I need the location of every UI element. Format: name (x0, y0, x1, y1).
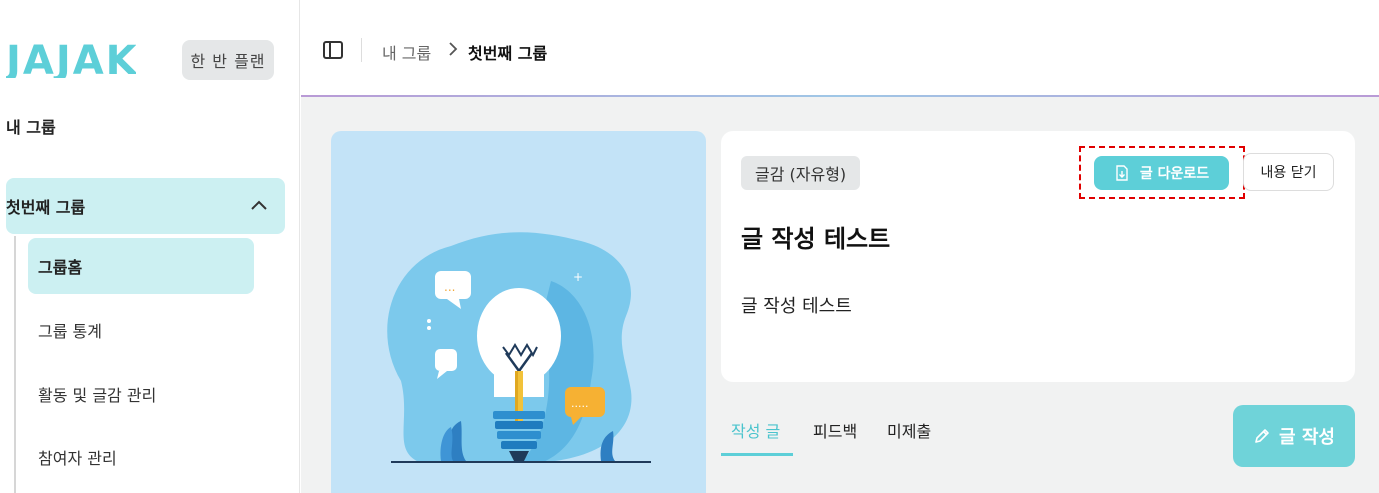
submenu-line (14, 236, 16, 493)
group-header-first[interactable]: 첫번째 그룹 (6, 178, 285, 234)
sidebar-item-label: 활동 및 글감 관리 (38, 386, 157, 405)
sidebar-item-label: 그룹 통계 (38, 322, 102, 341)
topbar (301, 0, 1379, 96)
topic-tag: 글감 (자유형) (741, 156, 861, 190)
post-title: 글 작성 테스트 (741, 225, 891, 253)
tab-feedback[interactable]: 피드백 (813, 418, 857, 442)
my-groups-title[interactable]: 내 그룹 (6, 114, 56, 138)
pencil-icon (1255, 429, 1269, 443)
breadcrumb-current-group: 첫번째 그룹 (468, 44, 548, 63)
sidebar-toggle-icon[interactable] (322, 39, 344, 61)
svg-text:+: + (573, 270, 583, 284)
download-button-label: 글 다운로드 (1139, 166, 1210, 182)
chevron-right-icon (449, 42, 458, 56)
lightbulb-illustration: ... ..... + (387, 232, 651, 463)
tab-written-posts[interactable]: 작성 글 (731, 418, 780, 442)
sidebar-item-activity-management[interactable]: 활동 및 글감 관리 (28, 366, 254, 422)
sidebar-item-group-stats[interactable]: 그룹 통계 (28, 302, 254, 358)
header-divider (361, 38, 362, 62)
close-content-button[interactable]: 내용 닫기 (1243, 153, 1334, 191)
chevron-up-icon[interactable] (249, 195, 269, 215)
sidebar: JAJAK 한 반 플랜 내 그룹 첫번째 그룹 그룹홈 그룹 통계 활동 및 … (0, 0, 300, 493)
sidebar-item-label: 그룹홈 (38, 258, 83, 277)
svg-text:...: ... (444, 280, 455, 294)
sidebar-item-label: 참여자 관리 (38, 449, 117, 468)
svg-text:JAJAK: JAJAK (6, 38, 136, 78)
file-download-icon (1116, 165, 1128, 181)
breadcrumb-my-groups[interactable]: 내 그룹 (382, 40, 431, 64)
jajak-logo[interactable]: JAJAK (6, 38, 136, 78)
plan-badge: 한 반 플랜 (182, 40, 274, 80)
sidebar-item-participant-management[interactable]: 참여자 관리 (28, 429, 254, 485)
write-post-button[interactable]: 글 작성 (1233, 405, 1355, 467)
sidebar-item-group-home[interactable]: 그룹홈 (28, 238, 254, 294)
svg-text:.....: ..... (571, 397, 588, 410)
post-body: 글 작성 테스트 (741, 296, 852, 317)
download-button[interactable]: 글 다운로드 (1094, 156, 1229, 190)
tab-active-indicator (721, 453, 793, 456)
tab-not-submitted[interactable]: 미제출 (887, 418, 931, 442)
group-header-label: 첫번째 그룹 (6, 198, 86, 217)
hero-illustration: ... ..... + (331, 131, 706, 493)
write-post-label: 글 작성 (1279, 427, 1335, 448)
